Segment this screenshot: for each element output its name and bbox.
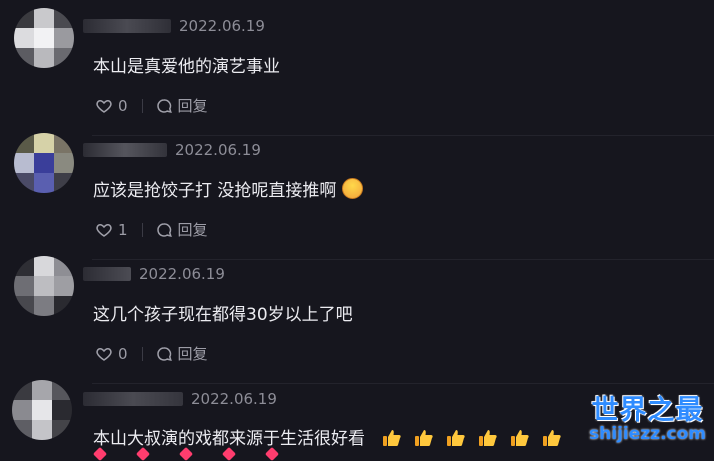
heart-emoji <box>135 446 151 461</box>
reply-button[interactable]: 回复 <box>155 219 208 240</box>
divider <box>92 259 714 260</box>
comment-meta: 2022.06.19 <box>83 264 225 284</box>
divider <box>141 222 143 237</box>
comment-date: 2022.06.19 <box>191 390 277 408</box>
avatar[interactable] <box>14 133 74 193</box>
reply-button[interactable]: 回复 <box>155 343 208 364</box>
comment-text: 本山大叔演的戏都来源于生活很好看 <box>93 424 562 449</box>
reply-label: 回复 <box>177 97 208 115</box>
heart-icon <box>96 223 112 237</box>
avatar[interactable] <box>12 380 72 440</box>
watermark-url: shijiezz.com <box>589 424 706 444</box>
reply-button[interactable]: 回复 <box>155 95 208 116</box>
username[interactable] <box>83 392 183 406</box>
like-button[interactable]: 0 <box>95 345 128 363</box>
thumbs-up-emoji <box>543 430 562 446</box>
divider <box>92 135 714 136</box>
username[interactable] <box>83 19 171 33</box>
heart-icon <box>96 347 112 361</box>
like-button[interactable]: 0 <box>95 97 128 115</box>
heart-emoji <box>92 446 108 461</box>
grinning-face-emoji <box>342 178 364 199</box>
thumbs-up-emoji <box>511 430 530 446</box>
heart-emoji-row <box>92 446 280 461</box>
comment-text: 本山是真爱他的演艺事业 <box>93 57 280 77</box>
comment-date: 2022.06.19 <box>139 265 225 283</box>
avatar[interactable] <box>14 8 74 68</box>
comment-actions: 0 回复 <box>95 95 208 116</box>
comment-date: 2022.06.19 <box>179 17 265 35</box>
comment-text: 应该是抢饺子打 没抢呢直接推啊 <box>93 176 364 201</box>
reply-label: 回复 <box>177 221 208 239</box>
heart-emoji <box>264 446 280 461</box>
thumbs-up-emoji <box>415 430 434 446</box>
divider <box>141 98 143 113</box>
watermark-title: 世界之最 <box>591 395 704 426</box>
heart-emoji <box>221 446 237 461</box>
username[interactable] <box>83 267 131 281</box>
reply-label: 回复 <box>177 345 208 363</box>
comment-meta: 2022.06.19 <box>83 140 261 160</box>
heart-icon <box>96 99 112 113</box>
comment-actions: 0 回复 <box>95 343 208 364</box>
username[interactable] <box>83 143 167 157</box>
like-button[interactable]: 1 <box>95 221 128 239</box>
thumbs-up-emoji <box>383 430 402 446</box>
like-count: 1 <box>118 220 128 239</box>
comment-date: 2022.06.19 <box>175 141 261 159</box>
like-count: 0 <box>118 344 128 363</box>
like-count: 0 <box>118 96 128 115</box>
comment-meta: 2022.06.19 <box>83 389 277 409</box>
reply-bubble-icon <box>156 98 172 113</box>
thumbs-up-emoji <box>447 430 466 446</box>
heart-emoji <box>178 446 194 461</box>
comment-text: 这几个孩子现在都得30岁以上了吧 <box>93 305 353 325</box>
reply-bubble-icon <box>156 346 172 361</box>
avatar[interactable] <box>14 256 74 316</box>
divider <box>141 346 143 361</box>
divider <box>92 383 714 384</box>
comment-actions: 1 回复 <box>95 219 208 240</box>
thumbs-up-emoji <box>479 430 498 446</box>
reply-bubble-icon <box>156 222 172 237</box>
site-watermark: 世界之最 shijiezz.com <box>589 397 706 443</box>
comment-meta: 2022.06.19 <box>83 16 265 36</box>
